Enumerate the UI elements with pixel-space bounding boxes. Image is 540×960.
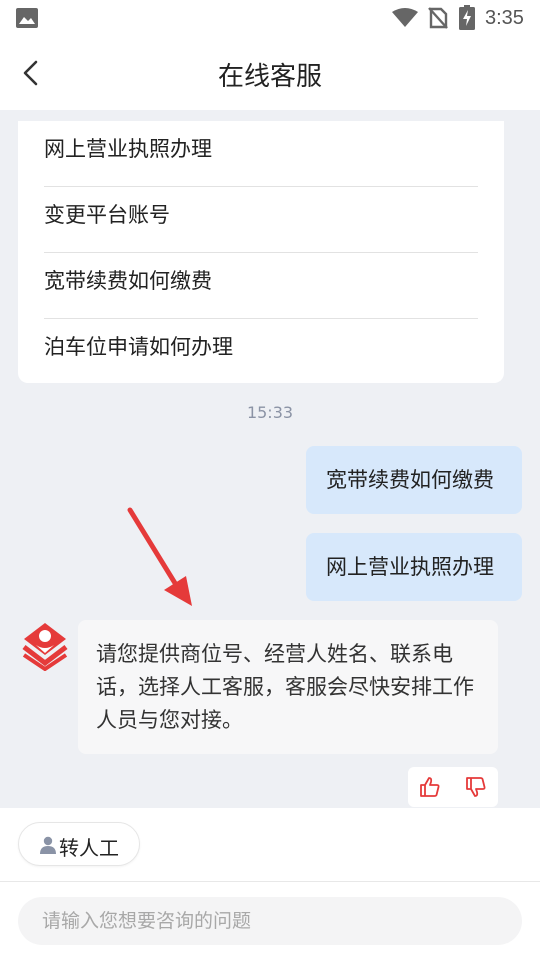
person-icon	[40, 836, 56, 854]
quick-question-item[interactable]: 变更平台账号	[44, 187, 478, 253]
status-time: 3:35	[485, 7, 524, 29]
quick-question-item[interactable]: 泊车位申请如何办理	[44, 319, 478, 385]
agent-message-bubble: 请您提供商位号、经营人姓名、联系电话，选择人工客服，客服会尽快安排工作人员与您对…	[78, 620, 498, 754]
divider	[0, 881, 540, 882]
thumbs-down-icon[interactable]	[464, 775, 488, 799]
bottom-panel: 转人工	[0, 808, 540, 960]
transfer-to-human-button[interactable]: 转人工	[18, 822, 140, 866]
user-message-bubble: 宽带续费如何缴费	[306, 446, 522, 514]
transfer-label: 转人工	[59, 836, 119, 860]
quick-question-item[interactable]: 网上营业执照办理	[44, 121, 478, 187]
thumbs-up-icon[interactable]	[418, 775, 442, 799]
feedback-bar	[408, 767, 498, 807]
user-message-bubble: 网上营业执照办理	[306, 533, 522, 601]
question-input[interactable]	[18, 897, 522, 945]
app-header: 在线客服	[0, 36, 540, 110]
status-bar: 3:35	[0, 0, 540, 36]
service-logo-avatar	[22, 623, 68, 671]
no-sim-icon	[428, 7, 448, 29]
chat-timestamp: 15:33	[246, 403, 294, 422]
battery-charging-icon	[459, 5, 475, 30]
red-arrow-annotation	[127, 507, 192, 606]
quick-question-item[interactable]: 宽带续费如何缴费	[44, 253, 478, 319]
page-title: 在线客服	[217, 62, 322, 92]
wifi-icon	[392, 8, 418, 27]
image-icon	[16, 8, 38, 28]
quick-questions-card: 网上营业执照办理 变更平台账号 宽带续费如何缴费 泊车位申请如何办理	[18, 121, 504, 383]
